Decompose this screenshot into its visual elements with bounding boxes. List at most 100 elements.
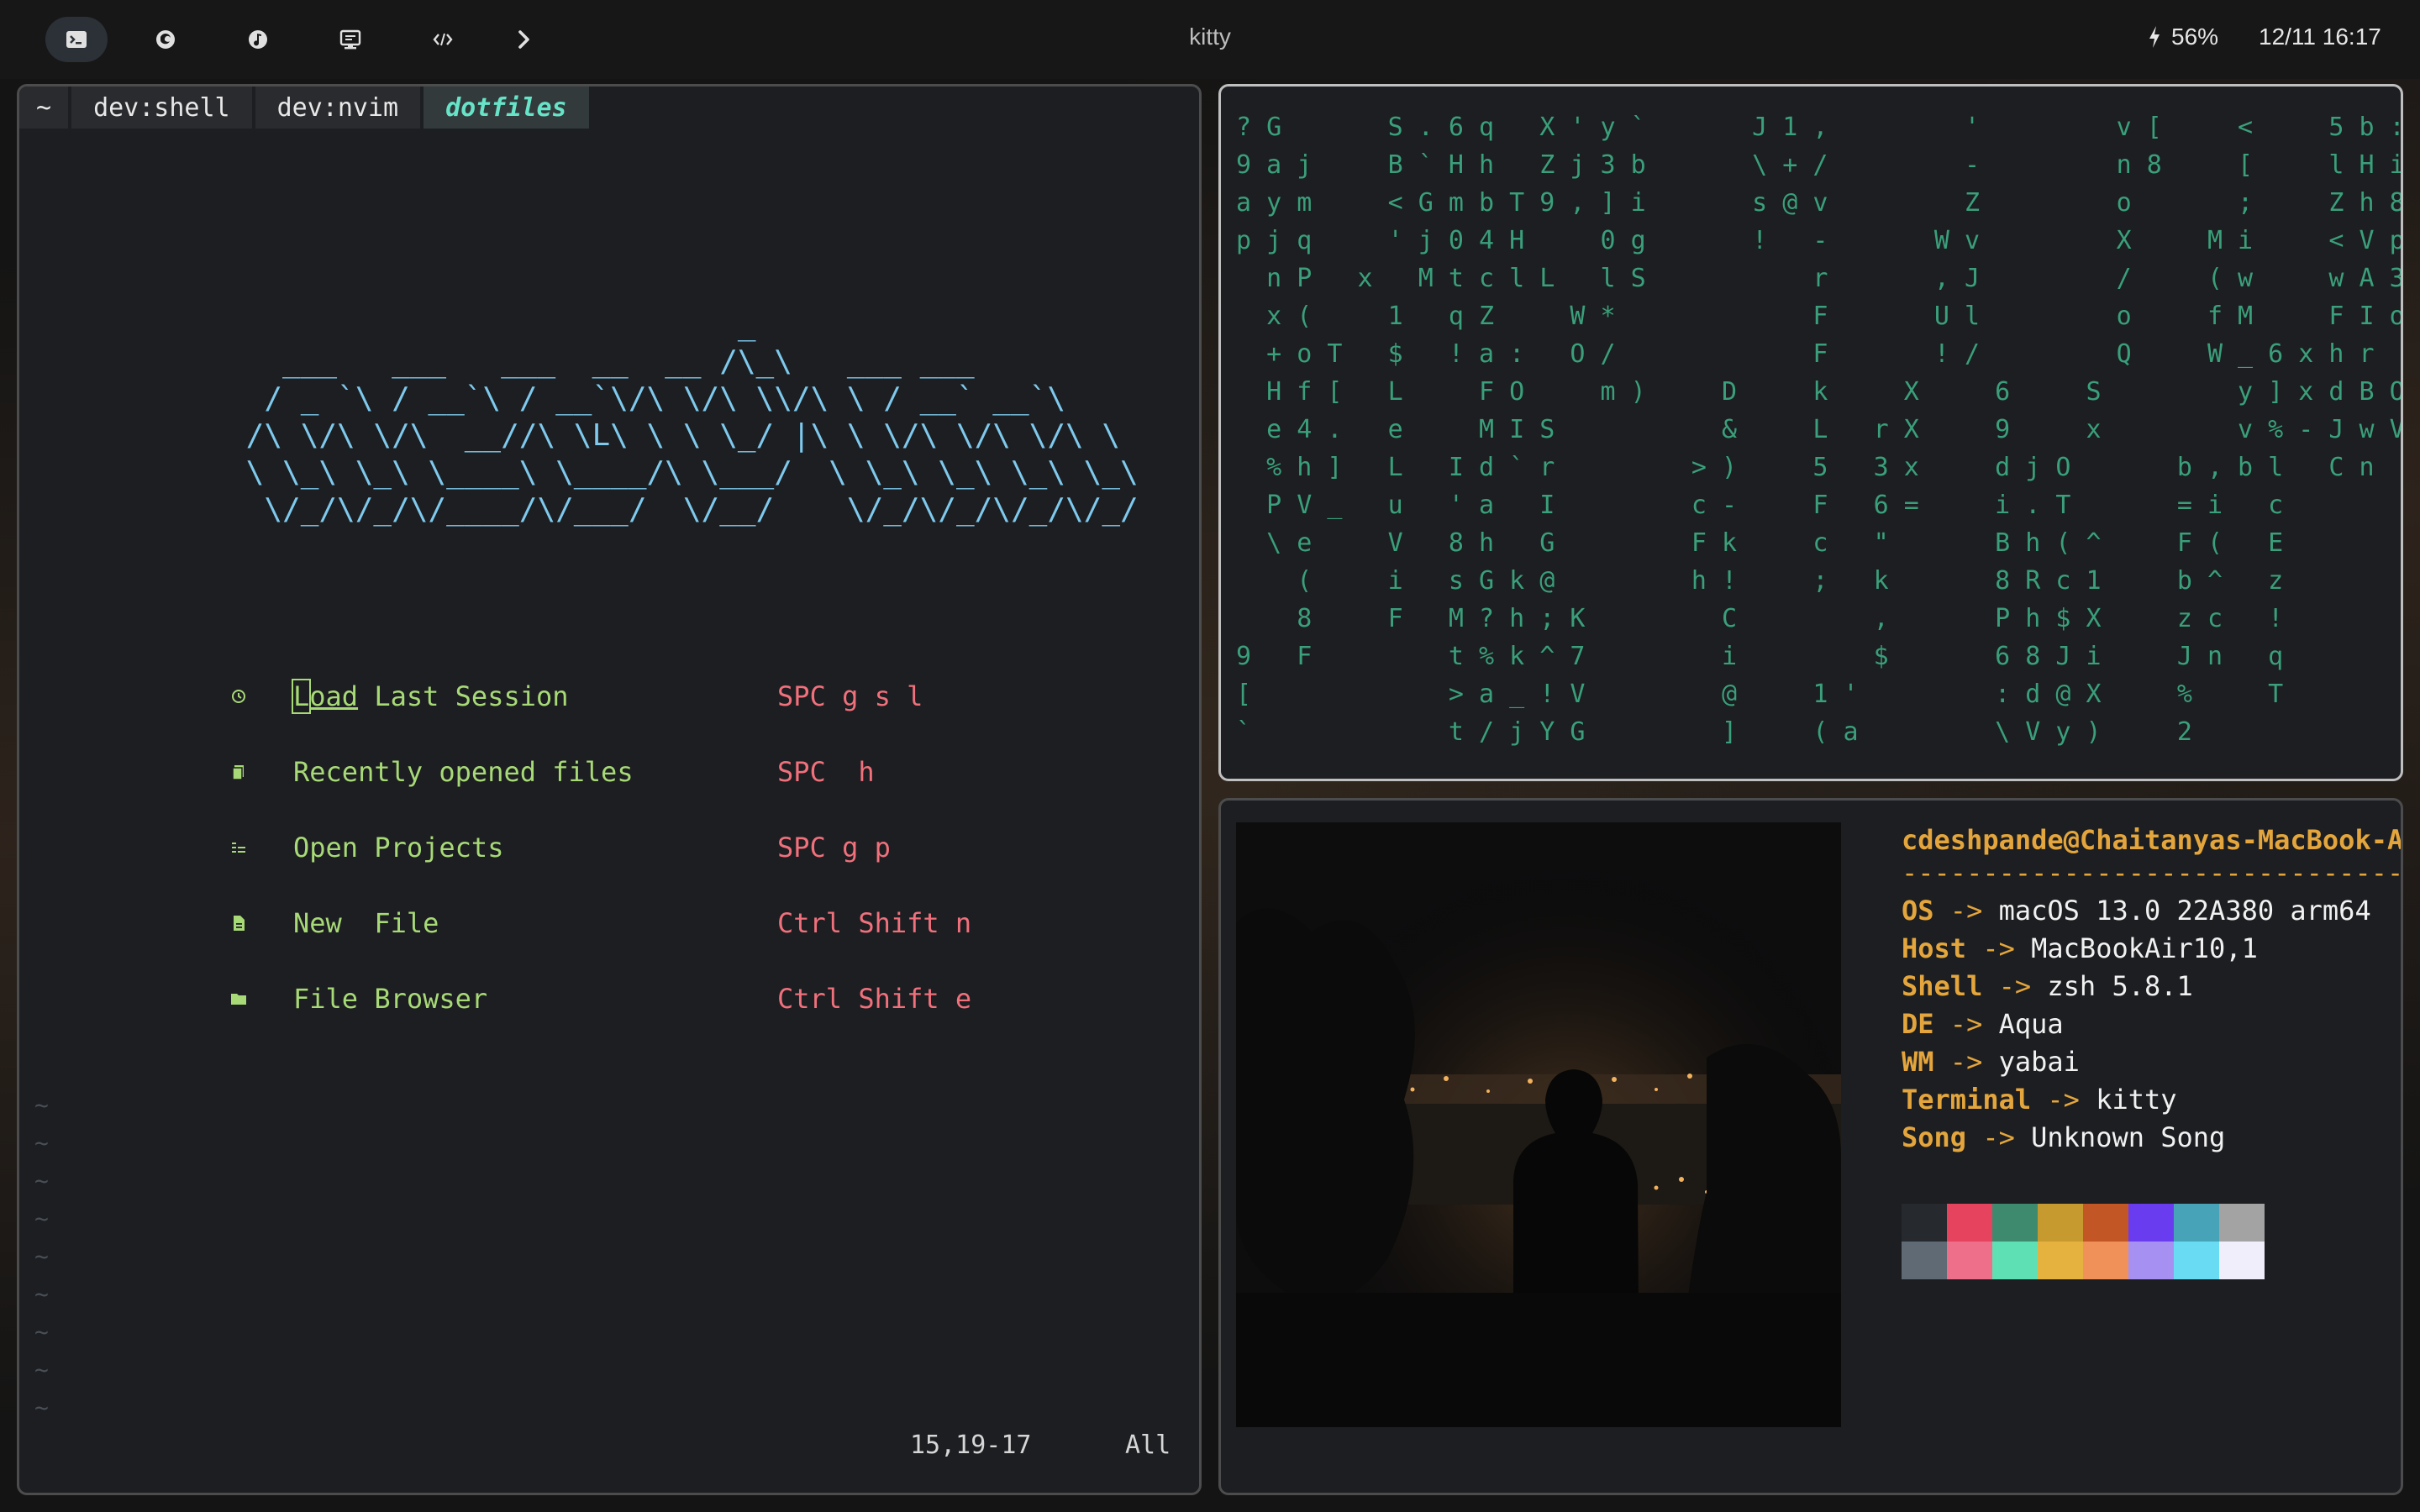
matrix-line: x ( 1 q Z W * F U l o f M F I o g r i bbox=[1236, 302, 2403, 331]
matrix-line: e 4 . e M I S & L r X 9 x v % - J w V 2 … bbox=[1236, 415, 2403, 444]
matrix-rain: ? G S . 6 q X ' y ` J 1 , ' v [ < 5 b : … bbox=[1236, 108, 2403, 751]
battery-charging-icon bbox=[2149, 26, 2160, 48]
matrix-line: a y m < G m b T 9 , ] i s @ v Z o ; Z h … bbox=[1236, 188, 2403, 218]
fetch-user-host: cdeshpande@Chaitanyas-MacBook-A bbox=[1902, 824, 2403, 856]
matrix-line: \ e V 8 h G F k c " B h ( ^ F ( E bbox=[1236, 528, 2284, 558]
matrix-line: n P x M t c l L l S r , J / ( w w A 3 u … bbox=[1236, 264, 2403, 293]
empty-line-marker: ~ bbox=[34, 1091, 49, 1119]
empty-line-marker: ~ bbox=[34, 1318, 49, 1346]
color-swatch bbox=[1902, 1242, 1947, 1279]
dashboard-item-shortcut: Ctrl Shift n bbox=[777, 907, 972, 939]
nvim-pane[interactable]: ~ dev:shell dev:nvim dotfiles _ ___ ___ … bbox=[17, 84, 1202, 1495]
battery-indicator[interactable]: 56% bbox=[2148, 24, 2218, 50]
color-swatch bbox=[1902, 1204, 1947, 1242]
matrix-line: ( i s G k @ h ! ; k 8 R c 1 b ^ z bbox=[1236, 566, 2284, 596]
window-title: kitty bbox=[1189, 24, 1231, 50]
empty-line-marker: ~ bbox=[34, 1205, 49, 1232]
info-row-host: Host -> MacBookAir10,1 bbox=[1902, 932, 2258, 964]
arrow-icon: -> bbox=[1998, 970, 2032, 1002]
tab-dev-shell[interactable]: dev:shell bbox=[71, 87, 252, 129]
empty-line-marker: ~ bbox=[34, 1242, 49, 1270]
cursor-position: 15,19-17 bbox=[910, 1431, 1032, 1460]
arrow-icon: -> bbox=[1982, 1121, 2015, 1153]
matrix-line: ? G S . 6 q X ' y ` J 1 , ' v [ < 5 b : … bbox=[1236, 113, 2403, 142]
tab-dotfiles[interactable]: dotfiles bbox=[424, 87, 589, 129]
night-city-silhouette-image bbox=[1236, 822, 1841, 1427]
info-row-song: Song -> Unknown Song bbox=[1902, 1121, 2226, 1153]
dashboard-item-label: File Browser bbox=[293, 983, 488, 1015]
matrix-line: H f [ L F O m ) D k X 6 S y ] x d B O d … bbox=[1236, 377, 2403, 407]
projects-icon bbox=[229, 838, 248, 857]
color-swatch bbox=[2174, 1204, 2219, 1242]
color-swatch bbox=[2083, 1204, 2128, 1242]
dashboard-item-load-session[interactable]: Load Last Session SPC g s l bbox=[229, 679, 923, 714]
folder-icon bbox=[229, 990, 248, 1008]
dashboard-item-open-projects[interactable]: Open Projects SPC g p bbox=[229, 831, 891, 864]
cmatrix-pane[interactable]: ? G S . 6 q X ' y ` J 1 , ' v [ < 5 b : … bbox=[1218, 84, 2403, 781]
battery-percent: 56% bbox=[2171, 24, 2219, 50]
matrix-line: P V _ u ' a I c - F 6 = i . T = i c g bbox=[1236, 491, 2403, 520]
dashboard-item-file-browser[interactable]: File Browser Ctrl Shift e bbox=[229, 982, 971, 1016]
arrow-icon: -> bbox=[1949, 1046, 1983, 1078]
dashboard-item-shortcut: SPC h bbox=[777, 756, 875, 788]
matrix-line: 9 F t % k ^ 7 i $ 6 8 J i J n q @ z bbox=[1236, 642, 2403, 671]
empty-line-marker: ~ bbox=[34, 1129, 49, 1157]
clock[interactable]: 12/11 16:17 bbox=[2259, 24, 2381, 50]
color-palette bbox=[1902, 1204, 2265, 1279]
nvim-statusline: 15,19-17 All bbox=[910, 1431, 1171, 1493]
tab-home[interactable]: ~ bbox=[19, 87, 69, 129]
empty-line-marker: ~ bbox=[34, 1280, 49, 1308]
matrix-line: [ > a _ ! V @ 1 ' : d @ X % T ! 2 bbox=[1236, 680, 2403, 709]
arrow-icon: -> bbox=[1982, 932, 2015, 964]
color-swatch bbox=[1947, 1204, 1992, 1242]
color-swatch bbox=[1992, 1242, 2038, 1279]
matrix-line: 8 F M ? h ; K C , P h $ X z c ! = bbox=[1236, 604, 2403, 633]
dashboard-item-shortcut: SPC g s l bbox=[777, 680, 923, 712]
neofetch-pane[interactable]: cdeshpande@Chaitanyas-MacBook-A --------… bbox=[1218, 798, 2403, 1495]
arrow-icon: -> bbox=[1949, 1008, 1983, 1040]
color-swatch bbox=[2038, 1242, 2083, 1279]
new-file-icon bbox=[229, 914, 248, 932]
color-swatch bbox=[1992, 1204, 2038, 1242]
tab-dev-nvim[interactable]: dev:nvim bbox=[255, 87, 421, 129]
matrix-line: + o T $ ! a : O / F ! / Q W _ 6 x h r ^ … bbox=[1236, 339, 2403, 369]
dashboard-item-shortcut: Ctrl Shift e bbox=[777, 983, 972, 1015]
info-row-os: OS -> macOS 13.0 22A380 arm64 bbox=[1902, 895, 2371, 927]
color-swatch bbox=[2128, 1204, 2174, 1242]
dashboard-item-label: Open Projects bbox=[293, 832, 504, 864]
matrix-line: 9 a j B ` H h Z j 3 b \ + / - n 8 [ l H … bbox=[1236, 150, 2403, 180]
matrix-line: ` t / j Y G ] ( a \ V y ) 2 M / bbox=[1236, 717, 2403, 747]
neovim-ascii-logo: _ ___ ___ ___ __ __ /\_\ ___ ___ / _ `\ … bbox=[245, 307, 1139, 527]
text-cursor: L bbox=[291, 679, 312, 714]
color-swatch bbox=[2174, 1242, 2219, 1279]
dashboard-item-new-file[interactable]: New File Ctrl Shift n bbox=[229, 906, 971, 940]
tmux-tab-bar: ~ dev:shell dev:nvim dotfiles bbox=[19, 87, 592, 129]
info-row-de: DE -> Aqua bbox=[1902, 1008, 2064, 1040]
info-row-shell: Shell -> zsh 5.8.1 bbox=[1902, 970, 2193, 1002]
scroll-indicator: All bbox=[1125, 1431, 1171, 1460]
menu-bar: kitty 56% 12/11 16:17 bbox=[0, 0, 2420, 79]
color-swatch bbox=[2083, 1242, 2128, 1279]
dashboard-item-label: Recently opened files bbox=[293, 756, 634, 788]
color-swatch bbox=[2219, 1204, 2265, 1242]
matrix-line: p j q ' j 0 4 H 0 g ! - W v X M i < V p … bbox=[1236, 226, 2403, 255]
dashboard-item-label: Load Last Session bbox=[291, 679, 569, 714]
files-icon bbox=[229, 763, 248, 781]
dashboard-item-recent-files[interactable]: Recently opened files SPC h bbox=[229, 755, 875, 789]
empty-line-marker: ~ bbox=[34, 1394, 49, 1421]
info-row-wm: WM -> yabai bbox=[1902, 1046, 2080, 1078]
fetch-image bbox=[1236, 822, 1841, 1427]
color-swatch bbox=[2219, 1242, 2265, 1279]
fetch-separator: ------------------------------- bbox=[1902, 857, 2403, 889]
color-swatch bbox=[2038, 1204, 2083, 1242]
dashboard-item-label: New File bbox=[293, 907, 439, 939]
history-icon bbox=[229, 687, 248, 706]
color-swatch bbox=[2128, 1242, 2174, 1279]
color-swatch bbox=[1947, 1242, 1992, 1279]
info-row-terminal: Terminal -> kitty bbox=[1902, 1084, 2177, 1116]
empty-line-marker: ~ bbox=[34, 1356, 49, 1383]
empty-line-marker: ~ bbox=[34, 1167, 49, 1194]
matrix-line: % h ] L I d ` r > ) 5 3 x d j O b , b l … bbox=[1236, 453, 2403, 482]
arrow-icon: -> bbox=[1949, 895, 1983, 927]
arrow-icon: -> bbox=[2047, 1084, 2080, 1116]
